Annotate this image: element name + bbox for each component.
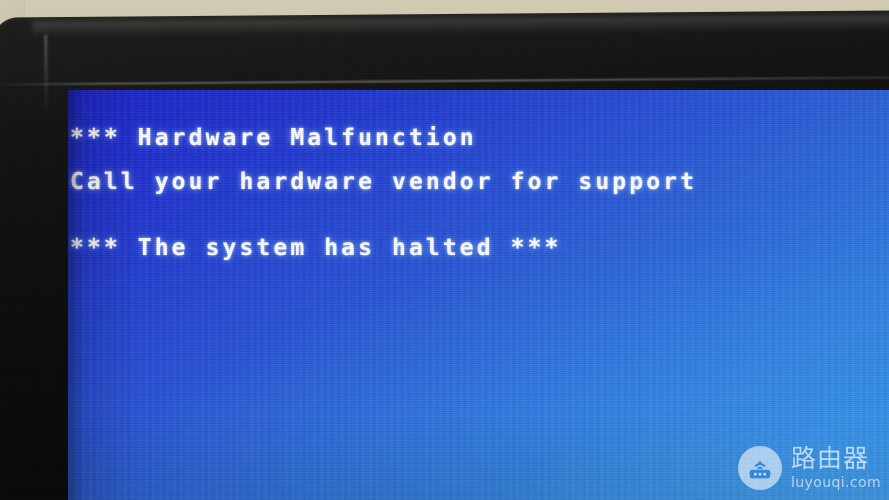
halt-message-console: *** Hardware Malfunction Call your hardw…	[70, 116, 885, 270]
router-wifi-icon	[737, 446, 782, 490]
bezel-highlight	[32, 14, 889, 38]
console-line-system-halted: *** The system has halted ***	[70, 235, 562, 261]
watermark[interactable]: 路由器 luyouqi.com	[737, 446, 881, 490]
console-line-call-vendor: Call your hardware vendor for support	[70, 169, 698, 195]
photo-of-monitor: *** Hardware Malfunction Call your hardw…	[0, 0, 889, 500]
bezel-corner-highlight	[44, 35, 48, 114]
monitor-screen: *** Hardware Malfunction Call your hardw…	[68, 90, 889, 500]
watermark-brand-cn: 路由器	[790, 444, 869, 473]
watermark-brand-url: luyouqi.com	[790, 475, 881, 491]
console-line-hardware-malfunction: *** Hardware Malfunction	[70, 125, 477, 151]
bezel-seam-line	[0, 76, 889, 86]
watermark-text: 路由器 luyouqi.com	[791, 446, 881, 490]
